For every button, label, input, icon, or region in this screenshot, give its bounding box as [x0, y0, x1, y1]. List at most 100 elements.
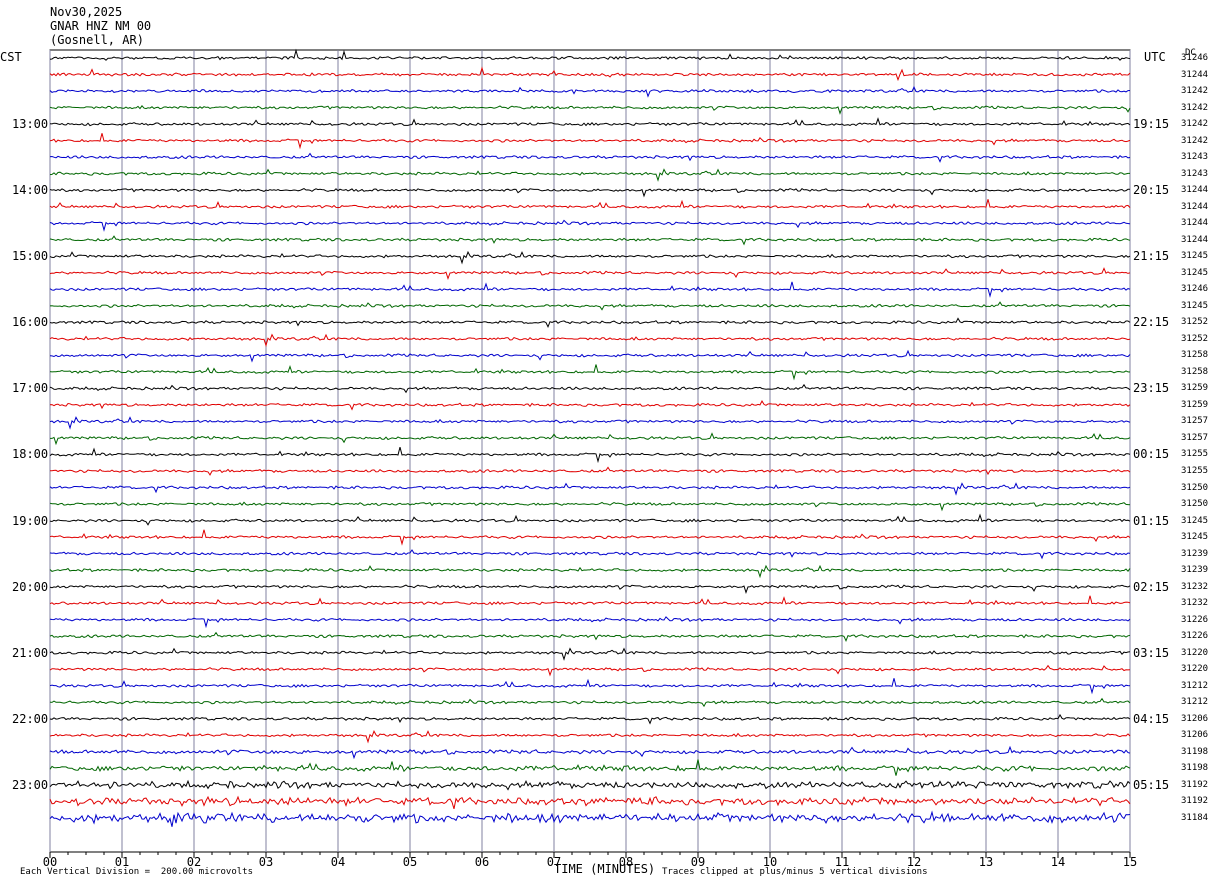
- dc-value: 31242: [1181, 135, 1209, 146]
- x-tick-label: 04: [331, 855, 345, 869]
- dc-value: 31258: [1181, 350, 1209, 361]
- station-label: GNAR HNZ NM 00: [50, 19, 152, 33]
- seismic-trace: [49, 66, 1131, 82]
- seismic-trace: [49, 48, 1131, 61]
- x-tick-label: 15: [1123, 855, 1137, 869]
- dc-value: 31245: [1181, 532, 1209, 543]
- seismic-trace: [49, 647, 1131, 661]
- seismic-trace: [50, 466, 1131, 476]
- dc-value: 31244: [1181, 69, 1209, 80]
- seismic-trace: [49, 317, 1131, 329]
- seismic-trace: [49, 250, 1131, 265]
- dc-value: 31245: [1181, 251, 1209, 262]
- cst-hour-label: 23:00: [12, 777, 49, 792]
- dc-value: 31220: [1181, 647, 1209, 658]
- location-label: (Gosnell, AR): [50, 33, 144, 47]
- seismic-trace: [49, 529, 1131, 546]
- seismic-trace: [49, 117, 1131, 127]
- dc-value: 31198: [1181, 746, 1209, 757]
- right-timezone-label: UTC: [1144, 50, 1166, 64]
- seismic-trace: [49, 678, 1131, 695]
- seismic-trace: [49, 235, 1131, 246]
- grid-lines: [49, 49, 1131, 853]
- cst-hour-label: 14:00: [12, 183, 49, 198]
- dc-value: 31257: [1181, 432, 1209, 443]
- seismic-trace: [49, 564, 1131, 579]
- dc-value: 31243: [1181, 152, 1209, 163]
- x-tick-label: 13: [979, 855, 993, 869]
- helicorder-plot: 00 01 02 03 04 05 06 07 08 09 10 11 12 13 14 15: [43, 48, 1137, 869]
- scale-note: Each Vertical Division = 200.00 microvol…: [20, 867, 253, 877]
- seismic-trace: [49, 416, 1131, 430]
- dc-value: 31258: [1181, 366, 1209, 377]
- seismic-trace: [49, 482, 1131, 496]
- dc-value: 31255: [1181, 449, 1209, 460]
- dc-value: 31239: [1181, 548, 1209, 559]
- dc-value: 31246: [1181, 53, 1209, 63]
- dc-value: 31206: [1181, 730, 1209, 741]
- cst-hour-label: 20:00: [12, 579, 49, 594]
- seismic-trace: [49, 513, 1131, 526]
- dc-value: 31239: [1181, 565, 1209, 576]
- dc-value: 31242: [1181, 119, 1209, 130]
- seismic-trace: [49, 349, 1131, 363]
- dc-value: 31184: [1181, 812, 1209, 823]
- seismic-trace: [49, 745, 1131, 760]
- dc-value: 31250: [1181, 499, 1209, 510]
- cst-hour-label: 18:00: [12, 447, 49, 462]
- seismic-trace: [49, 759, 1131, 776]
- x-tick-label: 14: [1051, 855, 1065, 869]
- x-axis-title: TIME (MINUTES): [554, 862, 656, 876]
- dc-value: 31245: [1181, 267, 1209, 278]
- dc-value: 31212: [1181, 680, 1209, 691]
- seismic-trace: [49, 631, 1131, 642]
- seismic-trace: [49, 501, 1131, 512]
- seismic-trace: [49, 188, 1130, 198]
- utc-hour-label: 02:15: [1133, 579, 1170, 594]
- seismic-trace: [49, 399, 1131, 411]
- seismic-trace: [49, 301, 1131, 311]
- seismic-trace: [49, 584, 1131, 594]
- seismic-trace: [49, 729, 1131, 744]
- seismic-trace: [49, 333, 1131, 348]
- dc-value: 31244: [1181, 185, 1209, 196]
- dc-value: 31226: [1181, 614, 1209, 625]
- utc-hour-label: 04:15: [1133, 711, 1170, 726]
- seismic-trace: [49, 595, 1131, 606]
- seismic-trace: [49, 713, 1131, 725]
- x-tick-label: 03: [259, 855, 273, 869]
- dc-value: 31242: [1181, 102, 1209, 113]
- cst-hour-label: 15:00: [12, 249, 49, 264]
- dc-value: 31259: [1181, 383, 1209, 394]
- dc-value: 31198: [1181, 763, 1209, 774]
- dc-value: 31244: [1181, 218, 1209, 229]
- seismic-trace: [49, 219, 1131, 232]
- utc-hour-label: 21:15: [1133, 249, 1170, 264]
- seismic-trace: [49, 267, 1131, 281]
- dc-value: 31212: [1181, 697, 1209, 708]
- dc-value: 31232: [1181, 598, 1209, 609]
- dc-value: 31245: [1181, 515, 1209, 526]
- cst-hour-label: 19:00: [12, 513, 49, 528]
- dc-value: 31250: [1181, 482, 1209, 493]
- utc-hour-label: 03:15: [1133, 645, 1170, 660]
- plot-frame: [49, 49, 1131, 853]
- cst-hour-label: 17:00: [12, 381, 49, 396]
- seismic-trace: [49, 616, 1131, 629]
- cst-hour-label: 13:00: [12, 117, 49, 132]
- dc-value: 31252: [1181, 317, 1209, 328]
- utc-hour-label: 01:15: [1133, 513, 1170, 528]
- seismic-trace: [49, 85, 1131, 98]
- dc-value: 31244: [1181, 201, 1209, 212]
- left-timezone-label: CST: [0, 50, 22, 64]
- utc-hour-label: 19:15: [1133, 117, 1170, 132]
- seismic-trace: [49, 281, 1131, 298]
- seismic-trace: [49, 664, 1131, 677]
- cst-hour-label: 22:00: [12, 711, 49, 726]
- dc-value: 31192: [1181, 796, 1209, 807]
- seismic-trace: [49, 133, 1131, 150]
- seismic-trace: [49, 168, 1130, 182]
- seismic-trace: [49, 152, 1131, 163]
- x-tick-label: 06: [475, 855, 489, 869]
- seismic-trace: [49, 364, 1131, 381]
